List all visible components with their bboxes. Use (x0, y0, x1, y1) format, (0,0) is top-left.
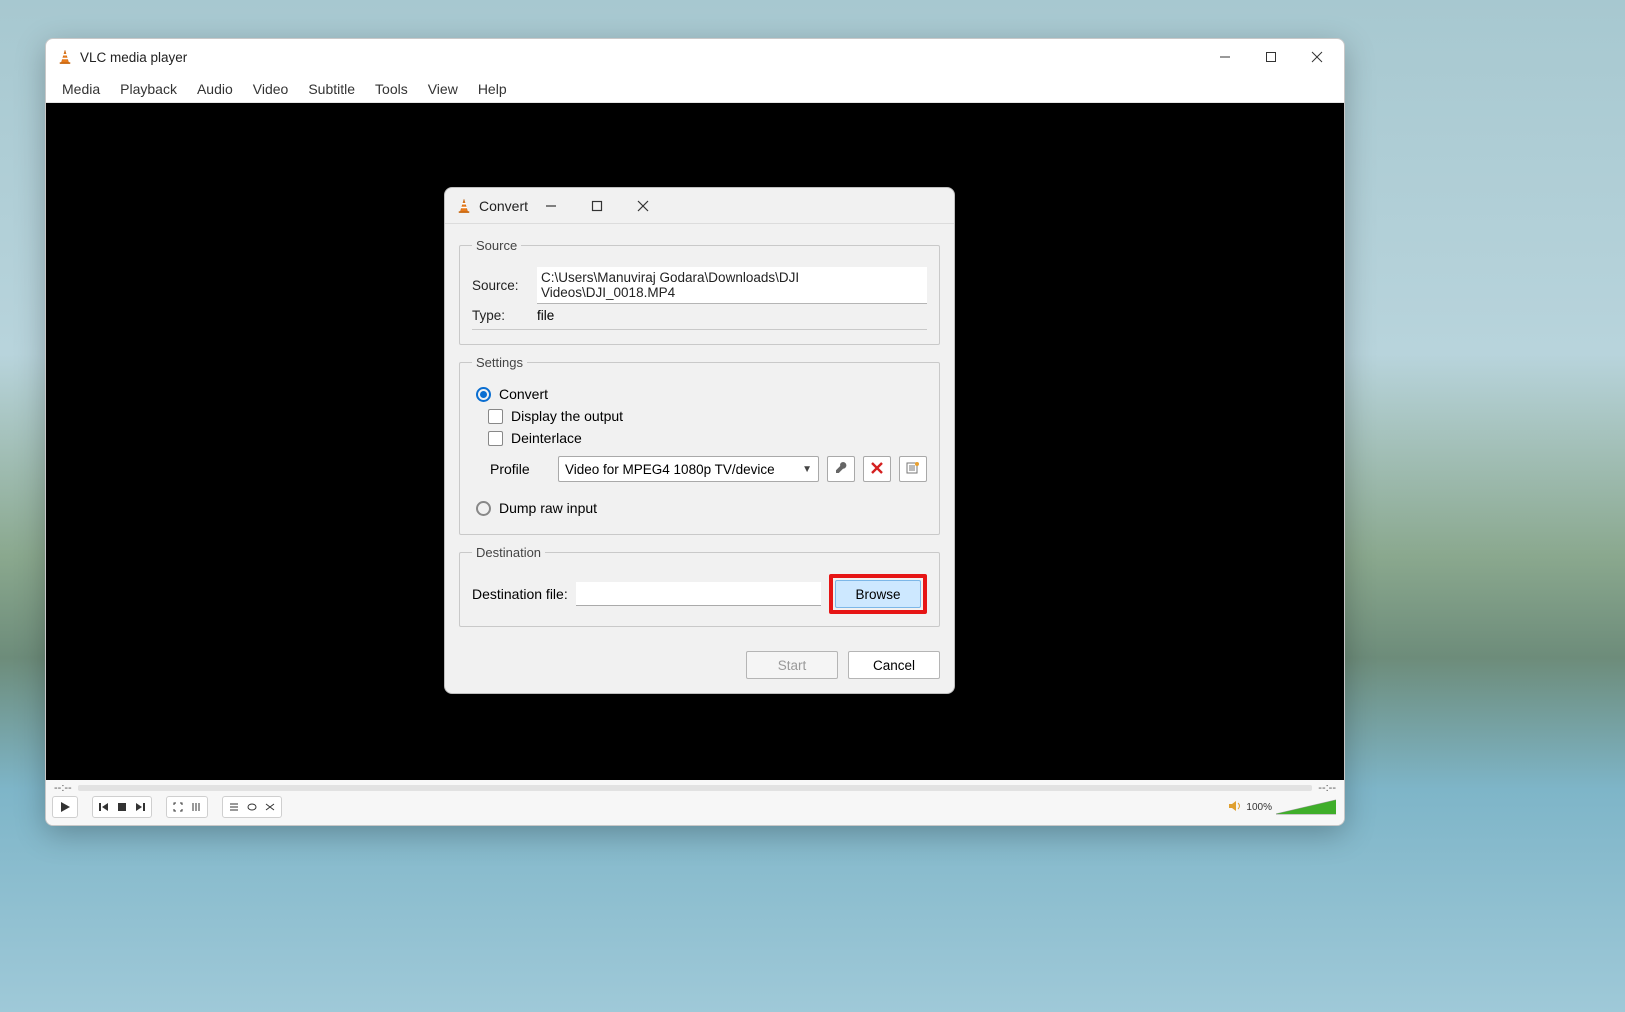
browse-button[interactable]: Browse (835, 580, 921, 608)
delete-x-icon (871, 461, 883, 477)
menu-video[interactable]: Video (243, 79, 299, 99)
maximize-button[interactable] (1248, 41, 1294, 73)
new-profile-button[interactable] (899, 456, 927, 482)
deinterlace-label: Deinterlace (511, 430, 582, 446)
display-output-label: Display the output (511, 408, 623, 424)
type-label: Type: (472, 308, 527, 323)
time-total: --:-- (1318, 782, 1336, 794)
source-label: Source: (472, 278, 527, 293)
destination-legend: Destination (472, 545, 545, 560)
time-elapsed: --:-- (54, 782, 72, 794)
vlc-cone-icon (56, 48, 74, 66)
vlc-cone-icon (455, 197, 473, 215)
wrench-icon (834, 461, 848, 478)
main-titlebar: VLC media player (46, 39, 1344, 75)
browse-highlight: Browse (829, 574, 927, 614)
menu-view[interactable]: View (418, 79, 468, 99)
dialog-titlebar: Convert (445, 188, 954, 224)
convert-radio-label: Convert (499, 386, 548, 402)
minimize-button[interactable] (1202, 41, 1248, 73)
app-title: VLC media player (80, 50, 187, 65)
destination-label: Destination file: (472, 586, 568, 602)
profile-label: Profile (490, 461, 550, 477)
profile-select[interactable]: Video for MPEG4 1080p TV/device ▼ (558, 456, 819, 482)
type-value: file (537, 308, 554, 323)
status-bar: --:-- --:-- (46, 780, 1344, 825)
display-output-checkbox[interactable] (488, 409, 503, 424)
extended-settings-button[interactable] (187, 797, 205, 817)
menu-bar: Media Playback Audio Video Subtitle Tool… (46, 75, 1344, 103)
transport-group (92, 796, 152, 818)
source-value: C:\Users\Manuviraj Godara\Downloads\DJI … (537, 267, 927, 304)
playlist-button[interactable] (225, 797, 243, 817)
dialog-title: Convert (479, 198, 528, 214)
menu-subtitle[interactable]: Subtitle (298, 79, 365, 99)
edit-profile-button[interactable] (827, 456, 855, 482)
start-button[interactable]: Start (746, 651, 838, 679)
fullscreen-button[interactable] (169, 797, 187, 817)
convert-dialog: Convert Source Source: C:\Users\Manuvira… (444, 187, 955, 694)
dump-raw-label: Dump raw input (499, 500, 597, 516)
stop-button[interactable] (113, 797, 131, 817)
menu-audio[interactable]: Audio (187, 79, 243, 99)
source-section: Source Source: C:\Users\Manuviraj Godara… (459, 238, 940, 345)
dump-raw-radio[interactable] (476, 501, 491, 516)
play-button[interactable] (52, 796, 78, 818)
dialog-minimize-button[interactable] (528, 190, 574, 222)
destination-section: Destination Destination file: Browse (459, 545, 940, 627)
chevron-down-icon: ▼ (802, 464, 812, 475)
settings-legend: Settings (472, 355, 527, 370)
volume-slider[interactable] (1276, 798, 1336, 816)
dialog-maximize-button[interactable] (574, 190, 620, 222)
shuffle-button[interactable] (261, 797, 279, 817)
delete-profile-button[interactable] (863, 456, 891, 482)
prev-button[interactable] (95, 797, 113, 817)
profile-value: Video for MPEG4 1080p TV/device (565, 462, 775, 477)
settings-section: Settings Convert Display the output Dein… (459, 355, 940, 535)
new-list-icon (906, 461, 920, 478)
seek-slider[interactable] (78, 785, 1313, 791)
deinterlace-checkbox[interactable] (488, 431, 503, 446)
destination-input[interactable] (576, 582, 821, 606)
source-legend: Source (472, 238, 521, 253)
menu-help[interactable]: Help (468, 79, 517, 99)
menu-playback[interactable]: Playback (110, 79, 187, 99)
view-group (166, 796, 208, 818)
convert-radio[interactable] (476, 387, 491, 402)
dialog-close-button[interactable] (620, 190, 666, 222)
speaker-icon[interactable] (1228, 799, 1242, 816)
menu-tools[interactable]: Tools (365, 79, 418, 99)
cancel-button[interactable]: Cancel (848, 651, 940, 679)
next-button[interactable] (131, 797, 149, 817)
loop-button[interactable] (243, 797, 261, 817)
playlist-group (222, 796, 282, 818)
close-button[interactable] (1294, 41, 1340, 73)
menu-media[interactable]: Media (52, 79, 110, 99)
volume-label: 100% (1246, 802, 1272, 813)
